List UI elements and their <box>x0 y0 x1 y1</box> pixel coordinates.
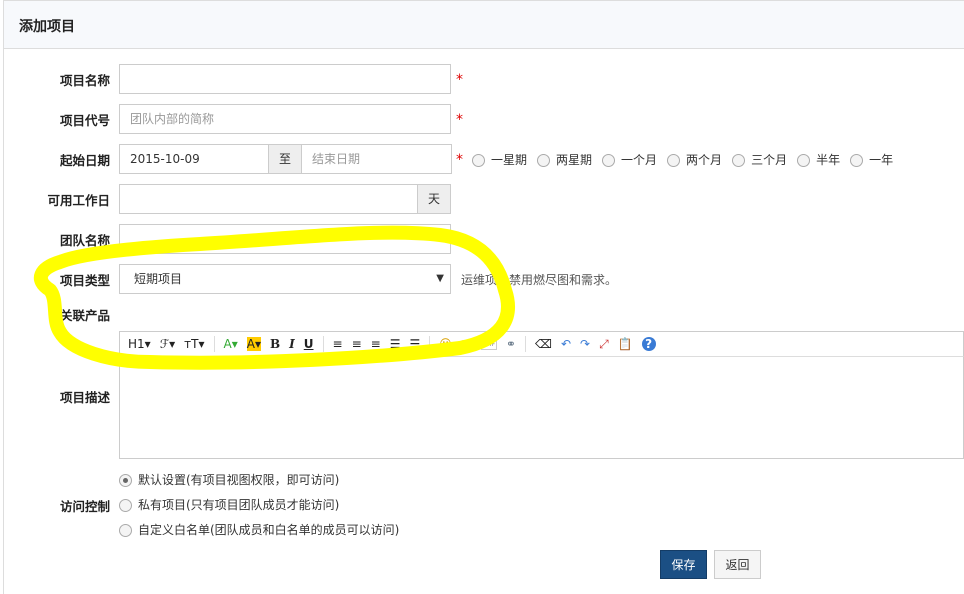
page-title: 添加项目 <box>19 19 75 35</box>
align-center-button[interactable]: ≡ <box>352 337 362 351</box>
emoticon-icon[interactable]: ☺ <box>439 337 452 351</box>
link-icon[interactable]: ⚭ <box>506 337 516 351</box>
fullscreen-icon[interactable]: ⤢ <box>599 337 609 352</box>
label-days: 可用工作日 <box>47 193 110 208</box>
align-right-button[interactable]: ≡ <box>371 337 381 351</box>
preset-1year[interactable]: 一年 <box>850 151 893 168</box>
save-button[interactable]: 保存 <box>660 550 707 579</box>
font-color-button[interactable]: A▾ <box>224 337 238 351</box>
acl-private-radio[interactable]: 私有项目(只有项目团队成员才能访问) <box>119 496 339 513</box>
eraser-icon[interactable]: ⌫ <box>535 337 552 351</box>
unordered-list-button[interactable]: ☰ <box>409 337 420 351</box>
help-icon[interactable]: ? <box>641 337 656 351</box>
acl-default-radio[interactable]: 默认设置(有项目视图权限，即可访问) <box>119 471 339 488</box>
start-date-input[interactable]: 2015-10-09 <box>119 144 270 174</box>
label-type: 项目类型 <box>59 273 110 288</box>
description-editor[interactable] <box>119 357 964 459</box>
required-mark: * <box>456 112 463 128</box>
acl-custom-radio[interactable]: 自定义白名单(团队成员和白名单的成员可以访问) <box>119 521 399 538</box>
label-products: 关联产品 <box>59 308 110 323</box>
project-type-select[interactable]: 短期项目 ▼ <box>119 264 451 294</box>
preset-1week[interactable]: 一星期 <box>472 151 527 168</box>
end-date-input[interactable]: 结束日期 <box>301 144 452 174</box>
code-icon[interactable]: C# <box>481 338 497 350</box>
redo-icon[interactable]: ↷ <box>580 337 590 351</box>
preset-1month[interactable]: 一个月 <box>602 151 657 168</box>
editor-toolbar: H1▾ ℱ▾ тT▾ A▾ A▾ B I U ≡ ≡ ≡ ☰ ☰ ☺ ▣ C# … <box>119 331 964 357</box>
underline-button[interactable]: U <box>304 337 314 351</box>
label-dates: 起始日期 <box>59 153 110 168</box>
back-button[interactable]: 返回 <box>714 550 761 579</box>
team-name-input[interactable] <box>119 224 451 254</box>
label-name: 项目名称 <box>59 73 110 88</box>
preset-3months[interactable]: 三个月 <box>732 151 787 168</box>
align-left-button[interactable]: ≡ <box>333 337 343 351</box>
heading-button[interactable]: H1▾ <box>128 337 151 351</box>
preset-halfyear[interactable]: 半年 <box>797 151 840 168</box>
label-acl: 访问控制 <box>59 499 110 514</box>
font-family-button[interactable]: ℱ▾ <box>160 337 175 351</box>
bold-button[interactable]: B <box>270 337 280 351</box>
image-icon[interactable]: ▣ <box>461 337 472 351</box>
chevron-down-icon: ▼ <box>436 273 444 284</box>
type-hint: 运维项目禁用燃尽图和需求。 <box>461 273 618 287</box>
paste-icon[interactable]: 📋 <box>618 337 633 351</box>
page-header: 添加项目 <box>3 0 964 49</box>
required-mark: * <box>456 152 463 168</box>
date-presets: 一星期 两星期 一个月 两个月 三个月 半年 一年 <box>472 151 893 168</box>
highlight-color-button[interactable]: A▾ <box>246 337 261 351</box>
ordered-list-button[interactable]: ☰ <box>390 337 401 351</box>
days-unit-addon: 天 <box>417 184 451 214</box>
preset-2weeks[interactable]: 两星期 <box>537 151 592 168</box>
date-to-addon: 至 <box>268 144 302 174</box>
project-name-input[interactable] <box>119 64 451 94</box>
workdays-input[interactable] <box>119 184 419 214</box>
label-desc: 项目描述 <box>59 390 110 405</box>
label-team: 团队名称 <box>59 233 110 248</box>
project-code-input[interactable]: 团队内部的简称 <box>119 104 451 134</box>
italic-button[interactable]: I <box>289 337 295 351</box>
font-size-button[interactable]: тT▾ <box>184 337 204 351</box>
undo-icon[interactable]: ↶ <box>561 337 571 351</box>
label-code: 项目代号 <box>59 113 110 128</box>
required-mark: * <box>456 72 463 88</box>
preset-2months[interactable]: 两个月 <box>667 151 722 168</box>
